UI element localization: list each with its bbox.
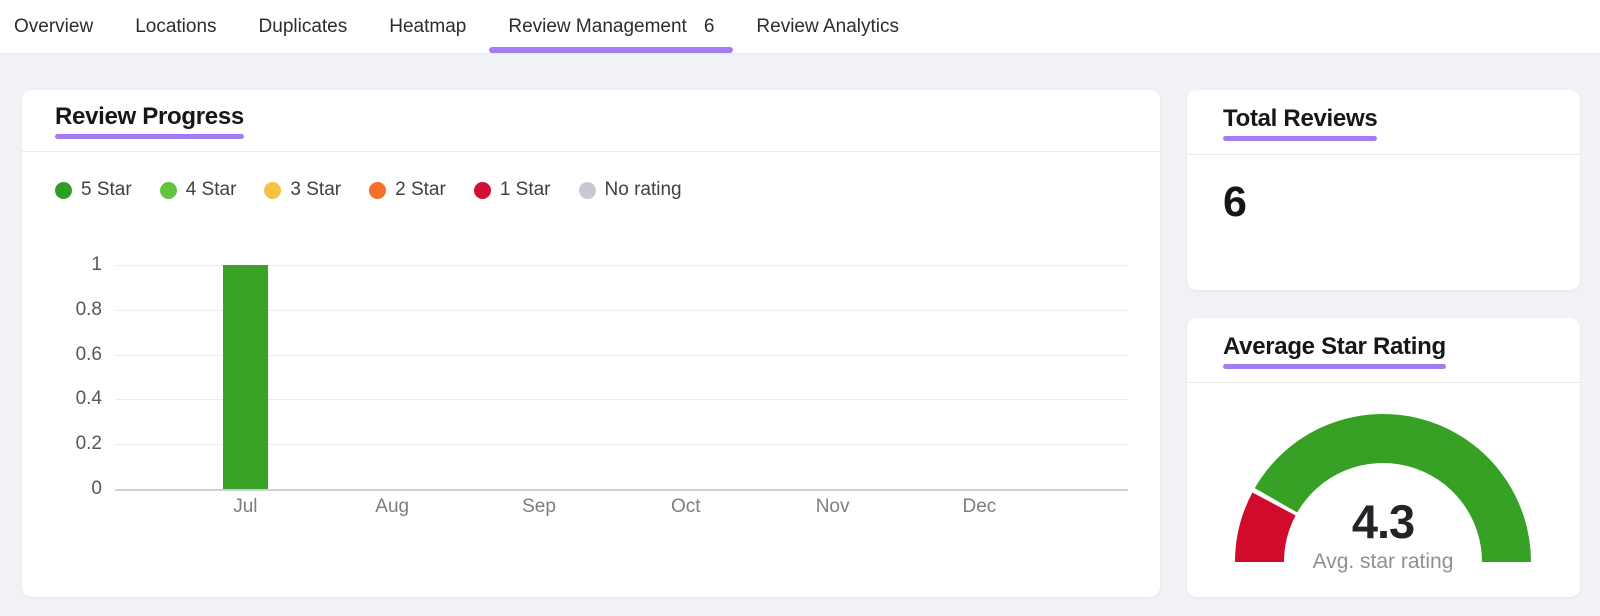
top-tab-bar: Overview Locations Duplicates Heatmap Re… (0, 0, 1600, 54)
tab-duplicates[interactable]: Duplicates (238, 0, 369, 53)
legend-label: 4 Star (186, 179, 237, 201)
x-axis-tick-label: Jul (200, 496, 290, 518)
legend-label: 3 Star (290, 179, 341, 201)
total-reviews-card: Total Reviews 6 (1187, 90, 1580, 290)
tab-locations[interactable]: Locations (114, 0, 237, 53)
review-progress-card: Review Progress 5 Star 4 Star 3 Star 2 Star… (22, 90, 1160, 597)
legend-color-dot-icon (160, 182, 177, 199)
title-underline (55, 134, 244, 139)
legend-item[interactable]: 3 Star (264, 179, 341, 201)
tab-review-analytics[interactable]: Review Analytics (735, 0, 920, 53)
legend-color-dot-icon (474, 182, 491, 199)
chart-bar-jul-5-star[interactable] (223, 265, 268, 489)
card-title: Total Reviews (1223, 106, 1377, 132)
tab-label: Locations (135, 16, 216, 38)
card-header: Total Reviews (1187, 90, 1580, 155)
legend-item[interactable]: No rating (579, 179, 682, 201)
title-underline (1223, 364, 1446, 369)
tab-count-badge: 6 (704, 16, 715, 38)
y-axis-tick-label: 0.8 (40, 299, 102, 321)
active-tab-underline (489, 47, 733, 53)
x-axis-tick-label: Dec (934, 496, 1024, 518)
tab-label: Heatmap (389, 16, 466, 38)
average-rating-gauge: 4.3 Avg. star rating (1233, 412, 1533, 565)
legend-color-dot-icon (55, 182, 72, 199)
x-axis-tick-label: Sep (494, 496, 584, 518)
card-title: Review Progress (55, 104, 244, 130)
review-management-dashboard: { "colors": { "accent_purple": "#a47cf2"… (0, 0, 1600, 616)
chart-legend: 5 Star 4 Star 3 Star 2 Star 1 Star No rating (55, 179, 682, 201)
y-axis-tick-label: 0.2 (40, 433, 102, 455)
total-reviews-value: 6 (1223, 178, 1246, 227)
tab-heatmap[interactable]: Heatmap (368, 0, 487, 53)
legend-label: 1 Star (500, 179, 551, 201)
tab-label: Duplicates (259, 16, 348, 38)
gridline (115, 489, 1128, 491)
card-title: Average Star Rating (1223, 334, 1446, 360)
legend-item[interactable]: 4 Star (160, 179, 237, 201)
x-axis-tick-label: Aug (347, 496, 437, 518)
tab-review-management[interactable]: Review Management 6 (487, 0, 735, 53)
title-underline (1223, 136, 1377, 141)
legend-color-dot-icon (579, 182, 596, 199)
legend-item[interactable]: 2 Star (369, 179, 446, 201)
average-rating-value: 4.3 (1233, 494, 1533, 549)
legend-color-dot-icon (264, 182, 281, 199)
tab-label: Review Analytics (756, 16, 899, 38)
x-axis-tick-label: Nov (788, 496, 878, 518)
legend-label: No rating (605, 179, 682, 201)
legend-label: 2 Star (395, 179, 446, 201)
average-star-rating-card: Average Star Rating 4.3 Avg. star rating (1187, 318, 1580, 597)
y-axis-tick-label: 1 (40, 254, 102, 276)
y-axis-tick-label: 0 (40, 478, 102, 500)
legend-color-dot-icon (369, 182, 386, 199)
tab-overview[interactable]: Overview (14, 0, 114, 53)
legend-label: 5 Star (81, 179, 132, 201)
card-header: Review Progress (22, 90, 1160, 152)
legend-item[interactable]: 1 Star (474, 179, 551, 201)
tab-label: Review Management (508, 16, 686, 38)
legend-item[interactable]: 5 Star (55, 179, 132, 201)
y-axis-tick-label: 0.4 (40, 388, 102, 410)
average-rating-caption: Avg. star rating (1233, 550, 1533, 574)
card-header: Average Star Rating (1187, 318, 1580, 383)
y-axis-tick-label: 0.6 (40, 344, 102, 366)
x-axis-tick-label: Oct (641, 496, 731, 518)
tab-label: Overview (14, 16, 93, 38)
